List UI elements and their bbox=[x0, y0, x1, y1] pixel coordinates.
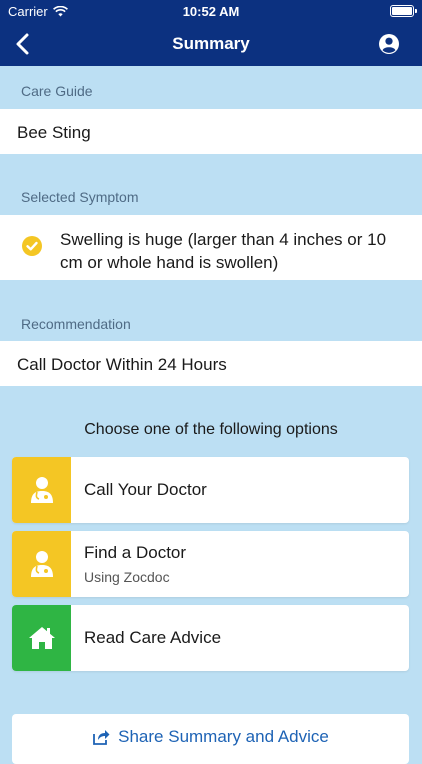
care-guide-value: Bee Sting bbox=[17, 123, 91, 142]
doctor-icon bbox=[30, 551, 53, 577]
home-icon bbox=[28, 627, 55, 649]
read-care-advice-label: Read Care Advice bbox=[84, 628, 222, 647]
find-a-doctor-button[interactable]: Find a Doctor Using Zocdoc bbox=[12, 531, 409, 597]
status-bar: Carrier 10:52 AM bbox=[0, 0, 422, 22]
recommendation-row: Call Doctor Within 24 Hours bbox=[0, 341, 422, 386]
recommendation-label: Recommendation bbox=[21, 316, 131, 332]
options-heading: Choose one of the following options bbox=[84, 421, 338, 438]
status-time: 10:52 AM bbox=[182, 4, 240, 19]
find-a-doctor-sublabel: Using Zocdoc bbox=[84, 569, 170, 585]
care-guide-label: Care Guide bbox=[21, 83, 93, 99]
care-guide-row: Bee Sting bbox=[0, 109, 422, 154]
home-icon-tile bbox=[12, 605, 71, 671]
selected-symptom-value: Swelling is huge (larger than 4 inches o… bbox=[60, 230, 387, 272]
profile-icon[interactable] bbox=[378, 33, 400, 55]
doctor-icon-tile bbox=[12, 457, 71, 523]
share-icon bbox=[93, 730, 110, 745]
selected-symptom-row: Swelling is huge (larger than 4 inches o… bbox=[0, 215, 422, 280]
page-title: Summary bbox=[172, 34, 250, 53]
doctor-icon-tile bbox=[12, 531, 71, 597]
doctor-icon bbox=[30, 477, 53, 503]
share-summary-content: Share Summary and Advice bbox=[12, 727, 409, 747]
call-your-doctor-label: Call Your Doctor bbox=[84, 480, 207, 499]
call-your-doctor-button[interactable]: Call Your Doctor bbox=[12, 457, 409, 523]
read-care-advice-button[interactable]: Read Care Advice bbox=[12, 605, 409, 671]
checkmark-icon bbox=[22, 236, 42, 256]
find-a-doctor-label: Find a Doctor bbox=[84, 543, 187, 562]
nav-bar: Summary bbox=[0, 22, 422, 66]
share-summary-label: Share Summary and Advice bbox=[118, 727, 329, 746]
recommendation-value: Call Doctor Within 24 Hours bbox=[17, 355, 227, 374]
battery-icon bbox=[390, 5, 417, 17]
share-summary-button[interactable]: Share Summary and Advice bbox=[12, 714, 409, 764]
selected-symptom-label: Selected Symptom bbox=[21, 189, 139, 205]
